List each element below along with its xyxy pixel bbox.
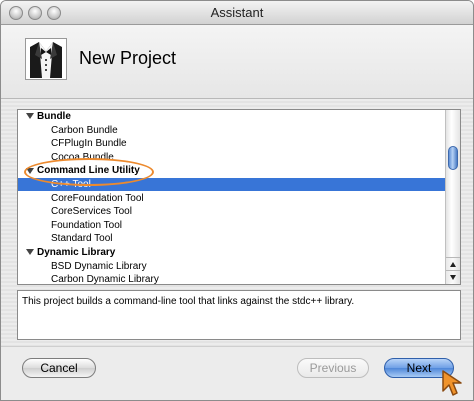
list-item[interactable]: CoreFoundation Tool [18,192,445,205]
project-type-list[interactable]: Bundle Carbon Bundle CFPlugIn Bundle Cocoa … [17,109,461,285]
window-title: Assistant [210,5,264,20]
list-item-label: Bundle [37,111,71,122]
description-text: This project builds a command-line tool … [22,296,355,307]
arrow-up-icon [450,261,456,267]
list-item-label: BSD Dynamic Library [51,260,147,272]
list-item[interactable]: Standard Tool [18,232,445,245]
project-description: This project builds a command-line tool … [17,290,461,340]
scrollbar-thumb[interactable] [448,146,458,170]
disclosure-triangle-icon[interactable] [26,249,34,256]
previous-button[interactable]: Previous [297,358,369,378]
list-item-label: Standard Tool [51,233,113,245]
list-item-label: Dynamic Library [37,247,116,258]
list-item-label: Carbon Bundle [51,124,118,136]
list-item-label: Foundation Tool [51,219,122,231]
list-item-label: CoreFoundation Tool [51,192,144,204]
list-item-label: CFPlugIn Bundle [51,138,127,150]
header-area: New Project [1,25,473,99]
list-item-label: Command Line Utility [37,165,140,177]
list-item-label: CoreServices Tool [51,206,132,218]
page-title: New Project [79,48,177,68]
list-item[interactable]: CFPlugIn Bundle [18,137,445,150]
arrow-down-icon [450,274,456,280]
cancel-button[interactable]: Cancel [22,358,96,378]
tuxedo-assistant-icon [25,38,67,80]
list-group-header[interactable]: Command Line Utility [18,164,445,177]
list-group-header[interactable]: Bundle [18,110,445,123]
list-item[interactable]: Carbon Bundle [18,124,445,137]
disclosure-triangle-icon[interactable] [26,113,34,120]
list-item-label: C++ Tool [51,179,91,190]
assistant-window: Assistant New Project Bundle Carbon Bundl… [0,0,474,401]
disclosure-triangle-icon[interactable] [26,167,34,174]
list-item[interactable]: Foundation Tool [18,219,445,232]
list-item[interactable]: CoreServices Tool [18,205,445,218]
title-bar[interactable]: Assistant [1,1,473,25]
list-item-selected[interactable]: C++ Tool [18,178,445,191]
list-item-label: Cocoa Bundle [51,151,114,163]
scroll-up-button[interactable] [446,257,460,270]
list-group-header[interactable]: Dynamic Library [18,246,445,259]
list-item[interactable]: Carbon Dynamic Library [18,273,445,285]
next-button[interactable]: Next [384,358,454,378]
list-scrollbar[interactable] [445,110,460,284]
list-item[interactable]: Cocoa Bundle [18,151,445,164]
list-item[interactable]: BSD Dynamic Library [18,260,445,273]
scroll-down-button[interactable] [446,270,460,283]
list-item-label: Carbon Dynamic Library [51,274,159,285]
